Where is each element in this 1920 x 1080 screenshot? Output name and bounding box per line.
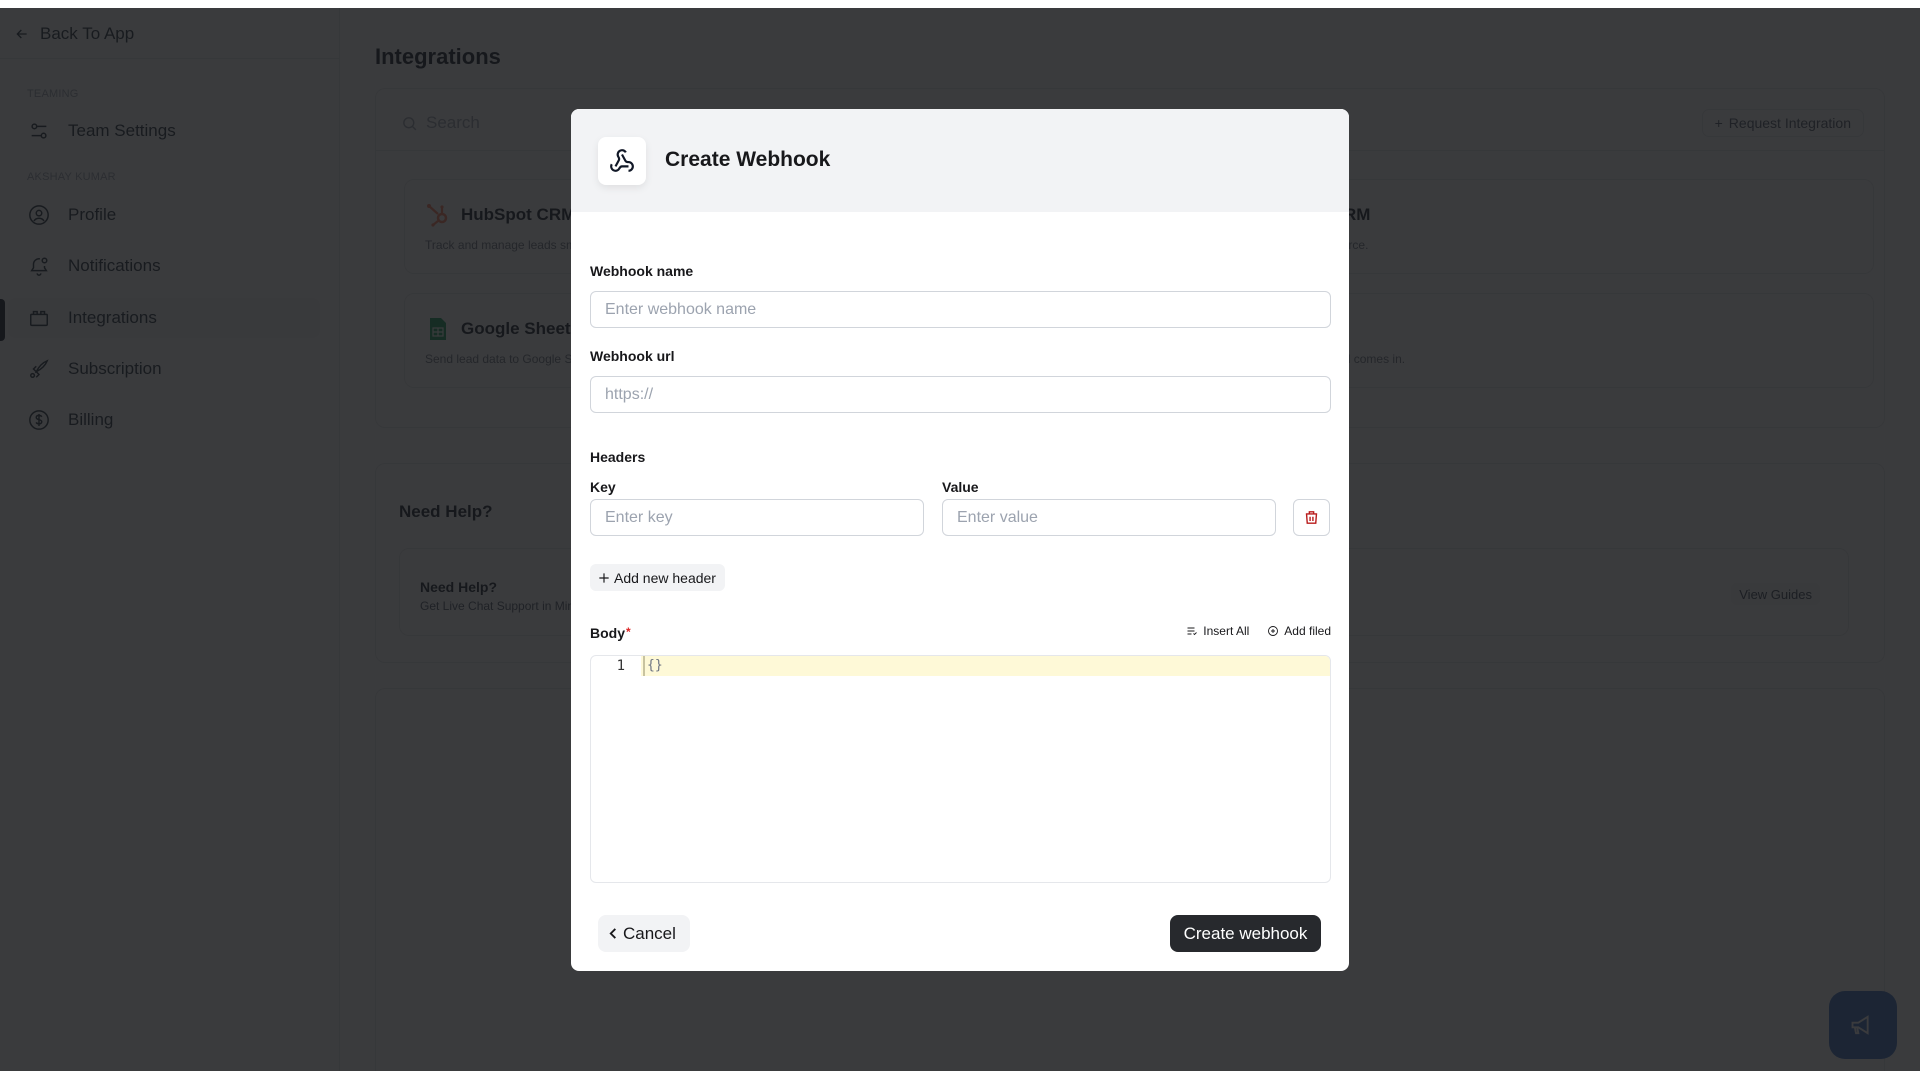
app-window: Back To App Teaming Team Settings Akshay… bbox=[0, 8, 1920, 1071]
plus-icon bbox=[599, 572, 609, 583]
line-number: 1 bbox=[616, 658, 625, 674]
cancel-label: Cancel bbox=[623, 923, 676, 943]
insert-all-button[interactable]: Insert All bbox=[1186, 624, 1249, 638]
webhook-name-label: Webhook name bbox=[590, 263, 694, 279]
body-code-editor[interactable]: 1 {} bbox=[590, 655, 1331, 883]
header-value-label: Value bbox=[942, 479, 979, 495]
active-line-highlight bbox=[641, 656, 1330, 676]
add-header-button[interactable]: Add new header bbox=[590, 564, 725, 591]
webhook-url-input[interactable] bbox=[590, 376, 1331, 413]
editor-gutter: 1 bbox=[591, 656, 640, 882]
modal-header: Create Webhook bbox=[571, 109, 1349, 212]
required-mark: * bbox=[626, 625, 631, 639]
webhook-url-label: Webhook url bbox=[590, 348, 675, 364]
add-header-label: Add new header bbox=[614, 569, 716, 586]
delete-header-button[interactable] bbox=[1293, 499, 1330, 536]
cancel-button[interactable]: Cancel bbox=[598, 915, 690, 952]
header-value-input[interactable] bbox=[942, 499, 1276, 536]
modal-title: Create Webhook bbox=[665, 148, 831, 171]
trash-icon bbox=[1305, 511, 1318, 524]
create-webhook-button[interactable]: Create webhook bbox=[1170, 915, 1321, 952]
webhook-name-input[interactable] bbox=[590, 291, 1331, 328]
add-field-label: Add filed bbox=[1284, 624, 1331, 638]
list-insert-icon bbox=[1187, 627, 1198, 636]
modal-icon-box bbox=[598, 137, 646, 185]
code-line: {} bbox=[643, 656, 663, 676]
body-toolbar: Insert All Add filed bbox=[1186, 624, 1331, 638]
chevron-left-icon bbox=[609, 928, 616, 939]
body-label-text: Body bbox=[590, 625, 625, 641]
header-key-label: Key bbox=[590, 479, 616, 495]
plus-circle-icon bbox=[1268, 626, 1279, 636]
headers-label: Headers bbox=[590, 449, 646, 465]
add-field-button[interactable]: Add filed bbox=[1267, 624, 1331, 638]
webhook-icon bbox=[610, 149, 634, 172]
body-label: Body* bbox=[590, 625, 631, 641]
insert-all-label: Insert All bbox=[1203, 624, 1250, 638]
header-key-input[interactable] bbox=[590, 499, 924, 536]
create-webhook-modal: Create Webhook Webhook name Webhook url … bbox=[571, 109, 1349, 971]
